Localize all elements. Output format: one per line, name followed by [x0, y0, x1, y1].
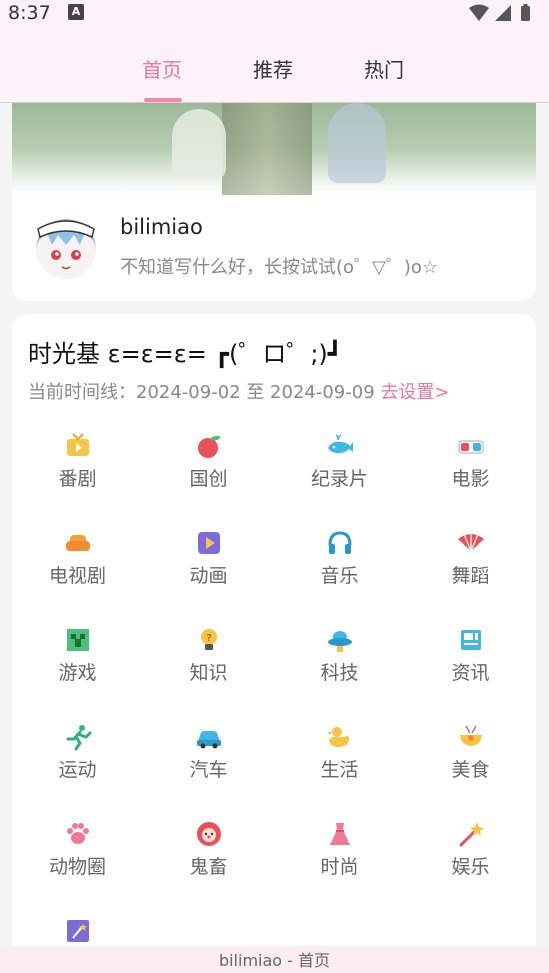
category-tv-series[interactable]: 电视剧: [12, 525, 143, 622]
category-label: 知识: [189, 662, 228, 684]
category-label: 鬼畜: [189, 856, 228, 878]
timeline-title: 时光基 ε=ε=ε= ┏(゜ロ゜;)┛: [28, 340, 343, 368]
status-icons: [467, 3, 541, 27]
tab-home[interactable]: 首页: [142, 54, 182, 83]
category-label: 舞蹈: [451, 565, 490, 587]
ufo-icon: [328, 631, 352, 652]
user-signature: 不知道写什么好，长按试试(o゜▽゜)o☆: [120, 257, 439, 278]
category-entertainment[interactable]: 娱乐: [405, 816, 536, 913]
status-bar: 8:37 A: [0, 0, 549, 26]
category-label: 娱乐: [451, 856, 490, 878]
car-icon: [197, 731, 221, 749]
food-bowl-icon: [460, 725, 482, 746]
tv-icon: [67, 433, 89, 456]
category-sports[interactable]: 运动: [12, 719, 143, 816]
category-label: 国创: [189, 468, 228, 490]
timeline-settings-link[interactable]: 去设置>: [380, 382, 449, 403]
paw-icon: [67, 823, 89, 844]
category-label: 游戏: [58, 662, 97, 684]
category-label: 番剧: [58, 468, 97, 490]
category-label: 汽车: [189, 759, 228, 781]
wifi-icon: [469, 4, 489, 21]
sofa-icon: [66, 535, 90, 551]
svg-text:?: ?: [206, 633, 211, 644]
category-label: 科技: [320, 662, 359, 684]
category-label: 运动: [58, 759, 97, 781]
profile-card[interactable]: bilimiao 不知道写什么好，长按试试(o゜▽゜)o☆: [12, 103, 536, 301]
signal-battery-icons: [469, 4, 530, 21]
cell-signal-icon: [495, 5, 511, 21]
category-fashion[interactable]: 时尚: [274, 816, 405, 913]
timeline-card: 时光基 ε=ε=ε= ┏(゜ロ゜;)┛ 当前时间线：2024-09-02 至 2…: [12, 314, 536, 973]
profile-banner-image: [12, 103, 536, 195]
category-dance[interactable]: 舞蹈: [405, 525, 536, 622]
duck-icon: [327, 727, 350, 747]
battery-icon: [521, 6, 530, 21]
creeper-icon: [67, 629, 89, 651]
category-animals[interactable]: 动物圈: [12, 816, 143, 913]
category-guochuang[interactable]: 国创: [143, 428, 274, 525]
magic-wand-icon: [459, 822, 484, 847]
category-animation[interactable]: 动画: [143, 525, 274, 622]
clown-icon: [197, 822, 221, 846]
whale-icon: [328, 434, 353, 454]
news-icon: [461, 630, 481, 650]
play-icon: [198, 532, 220, 554]
avatar-image: [36, 219, 96, 279]
category-label: 电影: [451, 468, 490, 490]
dress-icon: [330, 823, 350, 845]
category-label: 美食: [451, 759, 490, 781]
category-label: 动物圈: [48, 856, 106, 878]
category-movie[interactable]: 电影: [405, 428, 536, 525]
status-time: 8:37: [8, 2, 51, 24]
bottom-page-title-bar: bilimiao - 首页: [0, 946, 549, 973]
timeline-range: 当前时间线：2024-09-02 至 2024-09-09 去设置>: [28, 378, 450, 404]
category-label: 时尚: [320, 856, 359, 878]
category-label: 动画: [189, 565, 228, 587]
category-label: 生活: [320, 759, 359, 781]
category-knowledge[interactable]: ? 知识: [143, 622, 274, 719]
category-kichiku[interactable]: 鬼畜: [143, 816, 274, 913]
runner-icon: [66, 725, 92, 751]
category-life[interactable]: 生活: [274, 719, 405, 816]
tab-recommend[interactable]: 推荐: [253, 54, 293, 83]
avatar[interactable]: [28, 209, 104, 285]
category-food[interactable]: 美食: [405, 719, 536, 816]
category-label: 电视剧: [48, 565, 106, 587]
tab-popular[interactable]: 热门: [364, 54, 404, 83]
top-tab-bar: 首页 推荐 热门: [0, 26, 549, 103]
category-label: 资讯: [451, 662, 490, 684]
tab-indicator: [144, 98, 182, 102]
star-box-icon: [67, 920, 89, 942]
category-cars[interactable]: 汽车: [143, 719, 274, 816]
lightbulb-icon: ?: [201, 629, 217, 650]
category-games[interactable]: 游戏: [12, 622, 143, 719]
fan-icon: [458, 532, 484, 552]
category-label: 纪录片: [310, 468, 368, 490]
headphones-icon: [328, 531, 352, 554]
peach-icon: [198, 435, 221, 458]
category-bangumi[interactable]: 番剧: [12, 428, 143, 525]
category-news[interactable]: 资讯: [405, 622, 536, 719]
3d-glasses-icon: [458, 440, 484, 454]
timeline-range-label: 当前时间线：2024-09-02 至 2024-09-09: [28, 382, 375, 403]
category-documentary[interactable]: 纪录片: [274, 428, 405, 525]
username: bilimiao: [120, 215, 203, 239]
category-music[interactable]: 音乐: [274, 525, 405, 622]
notification-icon: A: [68, 4, 84, 20]
category-label: 音乐: [320, 565, 359, 587]
category-tech[interactable]: 科技: [274, 622, 405, 719]
